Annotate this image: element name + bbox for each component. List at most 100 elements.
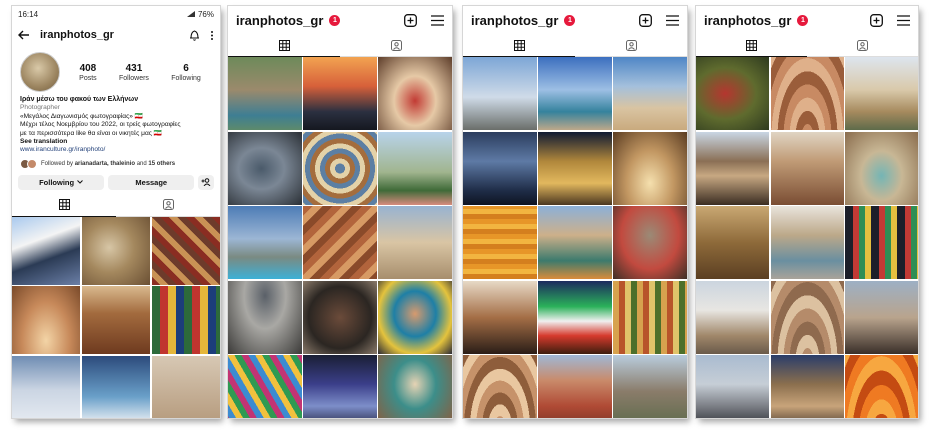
tagged-icon bbox=[390, 39, 402, 51]
photo-thumbnail[interactable] bbox=[696, 131, 769, 205]
status-time: 16:14 bbox=[18, 9, 39, 19]
tab-grid[interactable] bbox=[228, 34, 340, 57]
tab-tagged[interactable] bbox=[340, 34, 452, 56]
add-post-icon[interactable] bbox=[870, 13, 883, 27]
photo-thumbnail[interactable] bbox=[228, 355, 302, 418]
menu-icon[interactable] bbox=[666, 14, 679, 26]
photo-thumbnail[interactable] bbox=[845, 57, 918, 130]
tagged-icon bbox=[162, 199, 174, 211]
tab-tagged[interactable] bbox=[807, 34, 918, 56]
more-icon[interactable] bbox=[210, 30, 214, 41]
photo-thumbnail[interactable] bbox=[538, 57, 612, 130]
photo-thumbnail[interactable] bbox=[538, 355, 612, 418]
photo-thumbnail[interactable] bbox=[12, 286, 81, 355]
photo-thumbnail[interactable] bbox=[303, 206, 377, 279]
photo-thumbnail[interactable] bbox=[151, 286, 220, 355]
photo-thumbnail[interactable] bbox=[845, 355, 918, 418]
add-person-icon[interactable] bbox=[198, 174, 215, 190]
photo-thumbnail[interactable] bbox=[696, 355, 769, 418]
photo-thumbnail[interactable] bbox=[81, 286, 151, 355]
photo-thumbnail[interactable] bbox=[303, 57, 377, 130]
photo-thumbnail[interactable] bbox=[228, 131, 302, 205]
photo-thumbnail[interactable] bbox=[378, 206, 452, 279]
bell-icon[interactable] bbox=[189, 29, 200, 41]
add-post-icon[interactable] bbox=[404, 13, 417, 27]
tab-grid[interactable] bbox=[12, 194, 116, 217]
photo-thumbnail[interactable] bbox=[613, 57, 687, 130]
chevron-down-icon bbox=[77, 180, 83, 185]
photo-thumbnail[interactable] bbox=[228, 206, 302, 279]
photo-thumbnail[interactable] bbox=[770, 355, 844, 418]
photo-thumbnail[interactable] bbox=[696, 206, 769, 279]
photo-thumbnail[interactable] bbox=[538, 206, 612, 279]
photo-thumbnail[interactable] bbox=[378, 355, 452, 418]
stat-following[interactable]: 6 Following bbox=[171, 63, 201, 82]
photo-grid bbox=[696, 57, 918, 418]
photo-thumbnail[interactable] bbox=[845, 206, 918, 279]
photo-thumbnail[interactable] bbox=[463, 206, 537, 279]
avatar[interactable] bbox=[20, 52, 60, 92]
photo-thumbnail[interactable] bbox=[770, 57, 844, 130]
tab-grid[interactable] bbox=[696, 34, 807, 57]
photo-thumbnail[interactable] bbox=[303, 355, 377, 418]
photo-thumbnail[interactable] bbox=[770, 131, 844, 205]
photo-thumbnail[interactable] bbox=[228, 57, 302, 130]
photo-thumbnail[interactable] bbox=[303, 280, 377, 354]
photo-thumbnail[interactable] bbox=[463, 57, 537, 130]
photo-thumbnail[interactable] bbox=[151, 355, 220, 418]
photo-thumbnail[interactable] bbox=[538, 280, 612, 354]
photo-thumbnail[interactable] bbox=[12, 355, 81, 418]
bio-link[interactable]: www.iranculture.gr/iranphoto/ bbox=[20, 146, 212, 154]
grid-icon bbox=[513, 39, 525, 51]
tab-grid[interactable] bbox=[463, 34, 575, 57]
followed-mid: and bbox=[135, 160, 149, 167]
photo-thumbnail[interactable] bbox=[463, 355, 537, 418]
grid-icon bbox=[58, 199, 70, 211]
header-username[interactable]: iranphotos_gr bbox=[471, 13, 558, 28]
profile-actions: Following Message bbox=[12, 171, 220, 194]
message-button[interactable]: Message bbox=[108, 174, 195, 190]
photo-thumbnail[interactable] bbox=[463, 131, 537, 205]
photo-thumbnail[interactable] bbox=[303, 131, 377, 205]
photo-thumbnail[interactable] bbox=[613, 206, 687, 279]
bio-name: Ιράν μέσω του φακού των Ελλήνων bbox=[20, 96, 139, 103]
following-button[interactable]: Following bbox=[18, 174, 105, 190]
photo-thumbnail[interactable] bbox=[378, 57, 452, 130]
stat-followers[interactable]: 431 Followers bbox=[119, 63, 149, 82]
photo-thumbnail[interactable] bbox=[81, 216, 151, 285]
photo-thumbnail[interactable] bbox=[613, 131, 687, 205]
photo-thumbnail[interactable] bbox=[845, 280, 918, 354]
see-translation-link[interactable]: See translation bbox=[20, 138, 212, 146]
menu-icon[interactable] bbox=[897, 14, 910, 26]
header-username[interactable]: iranphotos_gr bbox=[704, 13, 791, 28]
photo-thumbnail[interactable] bbox=[81, 355, 151, 418]
followed-prefix: Followed by bbox=[41, 160, 75, 167]
photo-thumbnail[interactable] bbox=[613, 355, 687, 418]
photo-thumbnail[interactable] bbox=[538, 131, 612, 205]
photo-thumbnail[interactable] bbox=[770, 206, 844, 279]
feed-screen: iranphotos_gr 1 bbox=[696, 6, 918, 418]
photo-thumbnail[interactable] bbox=[696, 57, 769, 130]
photo-thumbnail[interactable] bbox=[845, 131, 918, 205]
stat-number: 6 bbox=[183, 62, 189, 74]
notification-badge: 1 bbox=[797, 14, 809, 26]
photo-thumbnail[interactable] bbox=[228, 280, 302, 354]
photo-thumbnail[interactable] bbox=[770, 280, 844, 354]
photo-thumbnail[interactable] bbox=[613, 280, 687, 354]
photo-thumbnail[interactable] bbox=[463, 280, 537, 354]
add-post-icon[interactable] bbox=[639, 13, 652, 27]
tab-tagged[interactable] bbox=[116, 194, 220, 216]
photo-thumbnail[interactable] bbox=[696, 280, 769, 354]
stat-posts[interactable]: 408 Posts bbox=[79, 63, 97, 82]
photo-thumbnail[interactable] bbox=[378, 131, 452, 205]
bio-category: Photographer bbox=[20, 104, 60, 112]
grid-icon bbox=[278, 39, 290, 51]
tab-tagged[interactable] bbox=[575, 34, 687, 56]
menu-icon[interactable] bbox=[431, 14, 444, 26]
back-arrow-icon[interactable] bbox=[18, 30, 30, 40]
followed-by[interactable]: Followed by arianadarta, thaleinio and 1… bbox=[12, 157, 220, 171]
photo-thumbnail[interactable] bbox=[378, 280, 452, 354]
header-username[interactable]: iranphotos_gr bbox=[236, 13, 323, 28]
photo-thumbnail[interactable] bbox=[12, 216, 81, 285]
photo-thumbnail[interactable] bbox=[151, 216, 220, 285]
